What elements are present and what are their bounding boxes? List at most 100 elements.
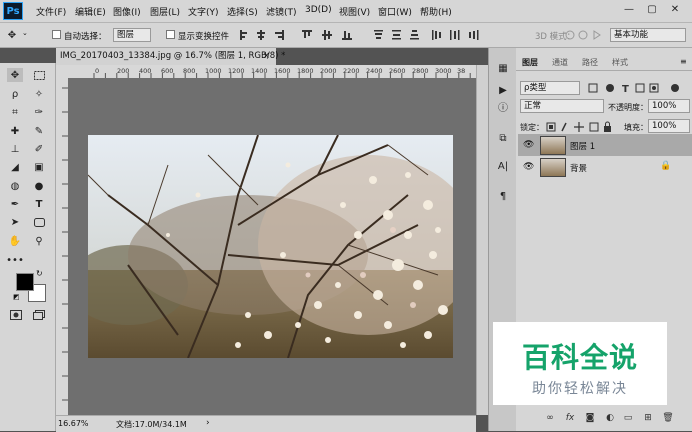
tab-channels[interactable]: 通道	[552, 57, 568, 68]
menu-type[interactable]: 文字(Y)	[188, 5, 219, 18]
trash-icon[interactable]: 🗑	[662, 413, 674, 423]
blur-tool-icon[interactable]: ◍	[7, 179, 23, 193]
maximize-button[interactable]: ▢	[643, 3, 661, 17]
default-colors-icon[interactable]: ◩	[13, 293, 20, 301]
layer-row-layer1[interactable]: 👁 图层 1	[518, 134, 692, 156]
menu-3d[interactable]: 3D(D)	[305, 5, 332, 15]
move-tool-icon[interactable]: ✥	[7, 68, 23, 82]
menu-edit[interactable]: 编辑(E)	[75, 5, 106, 18]
tab-paths[interactable]: 路径	[582, 57, 598, 68]
magic-wand-tool-icon[interactable]: ✧	[31, 87, 47, 101]
marquee-tool-icon[interactable]	[31, 68, 47, 82]
history-brush-tool-icon[interactable]: ✐	[31, 142, 47, 156]
layer-filter-dropdown[interactable]: ρ类型	[520, 81, 580, 95]
screen-mode-icon[interactable]	[31, 308, 47, 322]
auto-select-checkbox[interactable]	[52, 30, 61, 39]
lock-icon: 🔒	[660, 161, 672, 171]
layer-thumbnail	[540, 158, 566, 177]
fx-icon[interactable]: fx	[564, 413, 576, 423]
folder-icon[interactable]: ▭	[622, 413, 634, 423]
paragraph-panel-icon[interactable]: ¶	[496, 190, 510, 203]
ruler-tick: 1600	[274, 67, 291, 75]
close-document-icon[interactable]: ×	[263, 48, 270, 65]
adjustment-icon[interactable]: ◐	[604, 413, 616, 423]
new-layer-icon[interactable]: ⊞	[642, 413, 654, 423]
menu-window[interactable]: 窗口(W)	[378, 5, 412, 18]
plum-blossom-photo	[88, 135, 453, 358]
clone-stamp-tool-icon[interactable]: ⊥	[7, 142, 23, 156]
status-menu-icon[interactable]: ›	[206, 418, 210, 428]
workspace-dropdown[interactable]: 基本功能	[610, 28, 686, 42]
eraser-tool-icon[interactable]: ◢	[7, 160, 23, 174]
align-distribute-icons[interactable]	[238, 29, 483, 41]
menu-layer[interactable]: 图层(L)	[150, 5, 180, 18]
menu-help[interactable]: 帮助(H)	[420, 5, 452, 18]
ruler-tick: 1400	[251, 67, 268, 75]
show-transform-label: 显示变换控件	[178, 32, 230, 42]
auto-select-label: 自动选择：	[64, 32, 107, 42]
opacity-label: 不透明度：	[608, 103, 648, 112]
foreground-color-swatch[interactable]	[16, 273, 34, 291]
layer-thumbnail	[540, 136, 566, 155]
rectangle-shape-tool-icon[interactable]	[31, 215, 47, 229]
path-selection-tool-icon[interactable]: ➤	[7, 215, 23, 229]
zoom-level[interactable]: 16.67%	[58, 419, 89, 428]
3d-mode-icons[interactable]	[565, 29, 603, 41]
layer-filter-icons[interactable]: T	[588, 82, 683, 94]
eyedropper-tool-icon[interactable]: ✑	[31, 105, 47, 119]
panel-menu-icon[interactable]: ≡	[680, 57, 687, 66]
mask-icon[interactable]: ◙	[584, 413, 596, 423]
lasso-tool-icon[interactable]: ρ	[7, 87, 23, 101]
dodge-tool-icon[interactable]: ●	[31, 179, 47, 193]
zoom-tool-icon[interactable]: ⚲	[31, 234, 47, 248]
crop-tool-icon[interactable]: ⌗	[7, 105, 23, 119]
menu-view[interactable]: 视图(V)	[339, 5, 370, 18]
minimize-button[interactable]: —	[620, 3, 638, 17]
opacity-input[interactable]: 100%	[648, 99, 690, 113]
panel-tab-bar	[516, 54, 692, 71]
menu-file[interactable]: 文件(F)	[36, 5, 66, 18]
status-bar: 16.67% 文档:17.0M/34.1M ›	[56, 415, 476, 432]
document-image[interactable]	[88, 135, 453, 358]
brush-tool-icon[interactable]: ✎	[31, 124, 47, 138]
visibility-eye-icon[interactable]: 👁	[523, 140, 534, 150]
document-tab[interactable]: IMG_20170403_13384.jpg @ 16.7% (图层 1, RG…	[56, 48, 285, 65]
more-tools-icon[interactable]: •••	[6, 253, 24, 267]
visibility-eye-icon[interactable]: 👁	[523, 162, 534, 172]
lock-icons[interactable]	[546, 121, 612, 133]
ruler-tick: 200	[117, 67, 130, 75]
svg-text:T: T	[622, 84, 629, 94]
auto-select-dropdown[interactable]: 图层	[113, 28, 151, 42]
properties-panel-icon[interactable]: ⧉	[496, 132, 510, 145]
link-icon[interactable]: ∞	[544, 413, 556, 423]
document-info[interactable]: 文档:17.0M/34.1M	[116, 419, 187, 430]
blend-mode-dropdown[interactable]: 正常	[520, 99, 604, 113]
layer-row-background[interactable]: 👁 背景 🔒	[518, 156, 692, 178]
character-panel-icon[interactable]: A|	[496, 160, 510, 173]
healing-brush-tool-icon[interactable]: ✚	[7, 124, 23, 138]
ruler-tick: 3000	[435, 67, 452, 75]
close-window-button[interactable]: ✕	[666, 3, 684, 17]
pen-tool-icon[interactable]: ✒	[7, 197, 23, 211]
info-panel-icon[interactable]: ⓘ	[496, 102, 510, 115]
swap-colors-icon[interactable]: ↻	[36, 269, 43, 278]
actions-panel-icon[interactable]: ▶	[496, 84, 510, 97]
tab-styles[interactable]: 样式	[612, 57, 628, 68]
chevron-down-icon[interactable]: ⌄	[22, 29, 28, 37]
history-panel-icon[interactable]: ▦	[496, 62, 510, 75]
menu-image[interactable]: 图像(I)	[113, 5, 141, 18]
type-tool-icon[interactable]: T	[31, 197, 47, 211]
gradient-tool-icon[interactable]: ▣	[31, 160, 47, 174]
photoshop-logo: Ps	[3, 2, 23, 20]
watermark-subtitle: 助你轻松解决	[532, 381, 628, 397]
hand-tool-icon[interactable]: ✋	[7, 234, 23, 248]
quick-mask-icon[interactable]	[8, 308, 24, 322]
menu-filter[interactable]: 滤镜(T)	[266, 5, 297, 18]
ruler-tick: 2400	[366, 67, 383, 75]
move-tool-preset-icon[interactable]: ✥	[4, 28, 20, 42]
ruler-tick: 2800	[412, 67, 429, 75]
fill-input[interactable]: 100%	[648, 119, 690, 133]
tab-layers[interactable]: 图层	[522, 57, 538, 68]
show-transform-checkbox[interactable]	[166, 30, 175, 39]
menu-select[interactable]: 选择(S)	[227, 5, 258, 18]
